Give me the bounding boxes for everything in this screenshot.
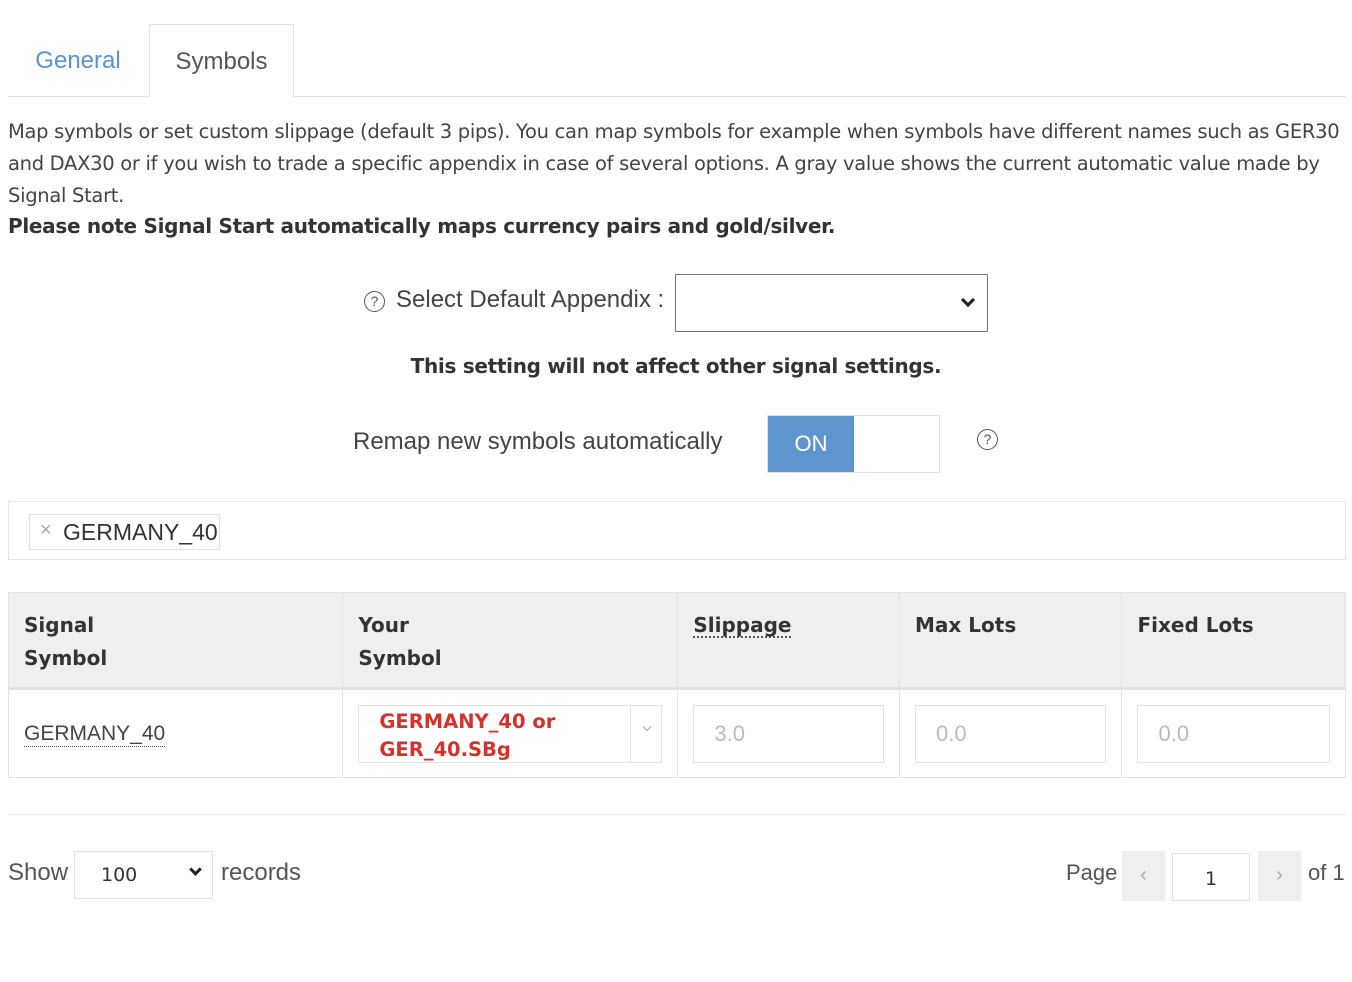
toggle-on-state: ON (768, 416, 854, 472)
symbols-settings-page: General Symbols Map symbols or set custo… (0, 0, 1352, 982)
table-header-row: Signal Symbol Your Symbol Slippage Max L… (7, 592, 1346, 690)
footer-divider (8, 814, 1346, 815)
cell-max-lots (899, 688, 1123, 778)
your-symbol-value: GERMANY_40 or GER_40.SBg (379, 709, 556, 761)
tab-bar: General Symbols (8, 24, 1346, 98)
show-label: Show (8, 859, 69, 886)
header-signal-symbol[interactable]: Signal Symbol (7, 592, 344, 690)
next-page-button[interactable]: › (1258, 851, 1301, 901)
page-length-value: 100 (101, 864, 138, 886)
header-fixed-lots[interactable]: Fixed Lots (1121, 592, 1346, 690)
symbols-table: Signal Symbol Your Symbol Slippage Max L… (7, 592, 1346, 778)
default-appendix-select[interactable] (675, 274, 988, 332)
header-your-symbol[interactable]: Your Symbol (342, 592, 679, 690)
header-max-lots[interactable]: Max Lots (899, 592, 1123, 690)
chevron-right-icon: › (1276, 864, 1283, 886)
total-pages-label: of 1 (1308, 860, 1345, 885)
header-text: Slippage (693, 613, 792, 637)
fixed-lots-input[interactable] (1137, 704, 1330, 763)
question-circle-icon[interactable]: ? (977, 429, 998, 450)
page-length-select[interactable]: 100 (74, 851, 213, 899)
table-row: GERMANY_40 GERMANY_40 or GER_40.SBg (7, 688, 1346, 778)
tab-general[interactable]: General (8, 24, 148, 97)
page-number-input[interactable] (1172, 853, 1250, 901)
question-circle-icon[interactable]: ? (364, 291, 385, 312)
cell-your-symbol: GERMANY_40 or GER_40.SBg (342, 688, 679, 778)
filter-tag-label: GERMANY_40 (63, 519, 218, 545)
header-text: Symbol (358, 646, 442, 670)
symbol-filter-input[interactable]: × GERMANY_40 (8, 501, 1346, 560)
remap-label: Remap new symbols automatically (353, 428, 723, 455)
cell-slippage (677, 688, 901, 778)
chevron-left-icon: ‹ (1140, 864, 1147, 886)
slippage-input[interactable] (693, 704, 885, 763)
header-slippage[interactable]: Slippage (677, 592, 901, 690)
your-symbol-select[interactable]: GERMANY_40 or GER_40.SBg (358, 704, 663, 763)
select-divider (630, 705, 632, 762)
records-label: records (221, 859, 302, 886)
page-label: Page (1066, 860, 1118, 885)
header-text: Symbol (24, 646, 108, 670)
signal-symbol-text: GERMANY_40 (24, 721, 166, 747)
header-text: Signal (24, 613, 95, 637)
header-text: Max Lots (915, 613, 1017, 637)
setting-note: This setting will not affect other signa… (410, 354, 942, 378)
cell-signal-symbol: GERMANY_40 (7, 688, 344, 778)
tab-symbols[interactable]: Symbols (149, 24, 294, 98)
max-lots-input[interactable] (915, 704, 1107, 763)
remove-tag-icon[interactable]: × (40, 519, 52, 542)
cell-fixed-lots (1121, 688, 1346, 778)
description-note: Please note Signal Start automatically m… (8, 214, 836, 238)
chevron-down-icon (960, 292, 976, 308)
default-appendix-label: Select Default Appendix : (396, 286, 665, 313)
description-text: Map symbols or set custom slippage (defa… (8, 120, 1340, 207)
previous-page-button[interactable]: ‹ (1122, 851, 1165, 901)
header-text: Fixed Lots (1137, 613, 1254, 637)
filter-tag: × GERMANY_40 (29, 514, 220, 550)
header-text: Your (358, 613, 409, 637)
chevron-down-icon (643, 722, 652, 731)
remap-toggle[interactable]: ON (767, 415, 940, 473)
chevron-down-icon (189, 863, 202, 876)
